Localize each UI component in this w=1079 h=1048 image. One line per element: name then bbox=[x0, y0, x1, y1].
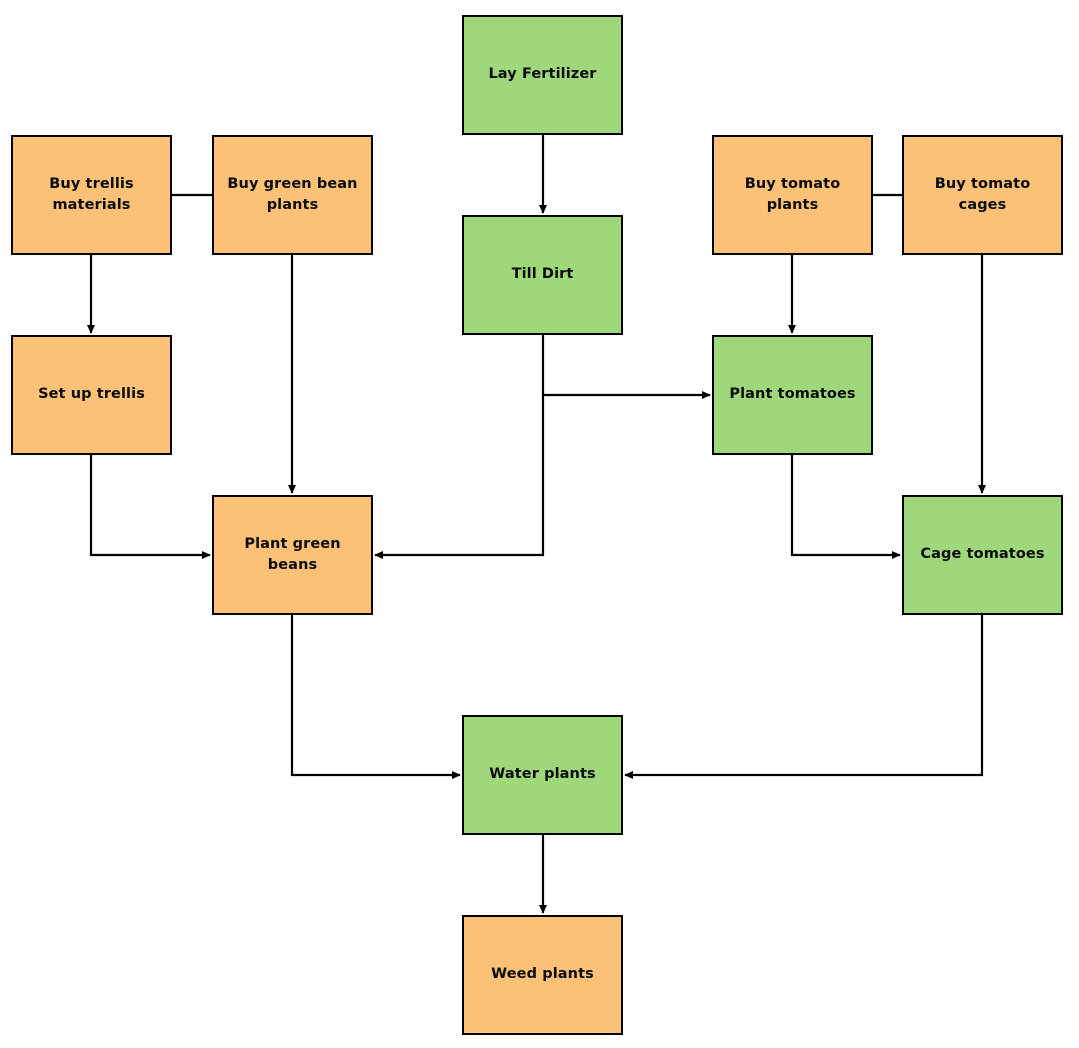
node-label-plant-green-beans: Plant green beans bbox=[244, 535, 341, 573]
node-buy-trellis-materials[interactable]: Buy trellis materials bbox=[11, 135, 172, 255]
node-label-lay-fertilizer: Lay Fertilizer bbox=[488, 66, 597, 83]
node-buy-tomato-plants[interactable]: Buy tomato plants bbox=[712, 135, 873, 255]
node-label-buy-trellis-materials: Buy trellis materials bbox=[49, 175, 134, 213]
node-cage-tomatoes[interactable]: Cage tomatoes bbox=[902, 495, 1063, 615]
node-lay-fertilizer[interactable]: Lay Fertilizer bbox=[462, 15, 623, 135]
node-label-buy-tomato-plants: Buy tomato plants bbox=[744, 175, 841, 213]
flowchart-canvas: Buy trellis materials Buy green bean plan… bbox=[0, 0, 1079, 1048]
edge-set-up-trellis-to-plant-green-beans bbox=[89, 455, 211, 560]
node-buy-green-bean-plants[interactable]: Buy green bean plants bbox=[212, 135, 373, 255]
node-buy-tomato-cages[interactable]: Buy tomato cages bbox=[902, 135, 1063, 255]
edge-till-dirt-to-plant-tomatoes bbox=[541, 335, 711, 400]
edge-cage-tomatoes-to-water-plants bbox=[624, 615, 984, 780]
node-set-up-trellis[interactable]: Set up trellis bbox=[11, 335, 172, 455]
node-label-plant-tomatoes: Plant tomatoes bbox=[729, 386, 856, 403]
node-water-plants[interactable]: Water plants bbox=[462, 715, 623, 835]
edge-plant-green-beans-to-water-plants bbox=[290, 615, 461, 780]
node-label-water-plants: Water plants bbox=[489, 766, 596, 783]
node-weed-plants[interactable]: Weed plants bbox=[462, 915, 623, 1035]
node-plant-tomatoes[interactable]: Plant tomatoes bbox=[712, 335, 873, 455]
node-till-dirt[interactable]: Till Dirt bbox=[462, 215, 623, 335]
edge-till-dirt-to-plant-green-beans bbox=[374, 395, 545, 560]
edge-plant-tomatoes-to-cage-tomatoes bbox=[790, 455, 901, 560]
node-plant-green-beans[interactable]: Plant green beans bbox=[212, 495, 373, 615]
node-label-buy-tomato-cages: Buy tomato cages bbox=[934, 175, 1031, 213]
node-label-till-dirt: Till Dirt bbox=[511, 266, 574, 283]
node-label-buy-green-bean-plants: Buy green bean plants bbox=[227, 175, 358, 213]
node-label-cage-tomatoes: Cage tomatoes bbox=[920, 546, 1045, 563]
node-label-weed-plants: Weed plants bbox=[491, 966, 594, 983]
node-label-set-up-trellis: Set up trellis bbox=[38, 386, 145, 403]
